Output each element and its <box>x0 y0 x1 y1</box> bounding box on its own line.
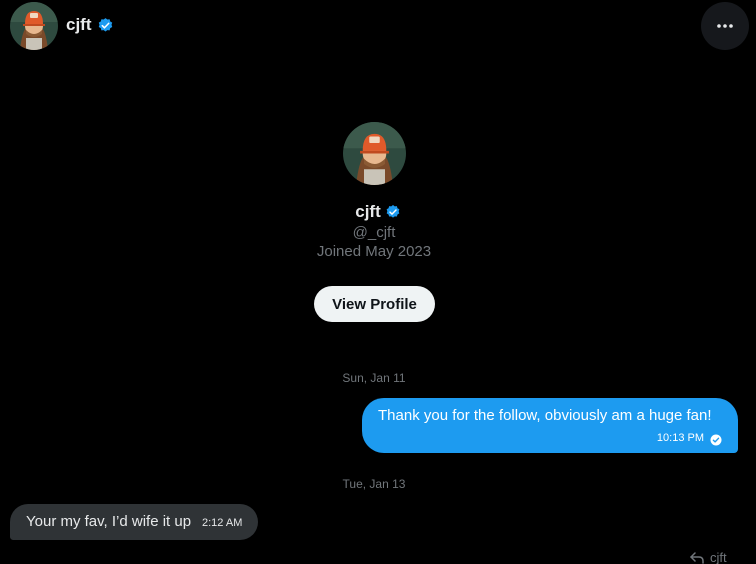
sent-message-bubble[interactable]: Thank you for the follow, obviously am a… <box>362 398 738 453</box>
date-separator: Sun, Jan 11 <box>342 371 406 385</box>
reply-hint[interactable]: cjft <box>690 550 727 564</box>
message-time: 2:12 AM <box>202 517 243 529</box>
reply-hint-label: cjft <box>710 550 727 564</box>
view-profile-button[interactable]: View Profile <box>314 286 435 322</box>
verified-badge-icon <box>97 17 114 34</box>
dm-conversation-page: cjft cjft @_cjft Joined May 2023 View Pr… <box>0 0 756 564</box>
message-time: 10:13 PM <box>656 432 704 444</box>
profile-name-row: cjft <box>0 202 756 222</box>
avatar[interactable] <box>10 2 58 50</box>
profile-name: cjft <box>355 202 381 221</box>
more-options-button[interactable] <box>701 2 749 50</box>
profile-handle: @_cjft <box>352 224 396 241</box>
message-text: Thank you for the follow, obviously am a… <box>378 407 712 424</box>
profile-joined-date: Joined May 2023 <box>316 243 432 260</box>
reply-arrow-icon <box>690 551 704 564</box>
verified-badge-icon <box>385 204 401 220</box>
conversation-header: cjft <box>0 0 756 52</box>
profile-avatar[interactable] <box>343 122 406 185</box>
read-check-icon <box>710 433 722 446</box>
date-separator: Tue, Jan 13 <box>342 477 406 491</box>
received-message-bubble[interactable]: Your my fav, I’d wife it up 2:12 AM <box>10 504 258 540</box>
message-text: Your my fav, I’d wife it up <box>26 513 192 530</box>
more-horizontal-icon <box>717 24 733 28</box>
header-name[interactable]: cjft <box>66 15 92 35</box>
